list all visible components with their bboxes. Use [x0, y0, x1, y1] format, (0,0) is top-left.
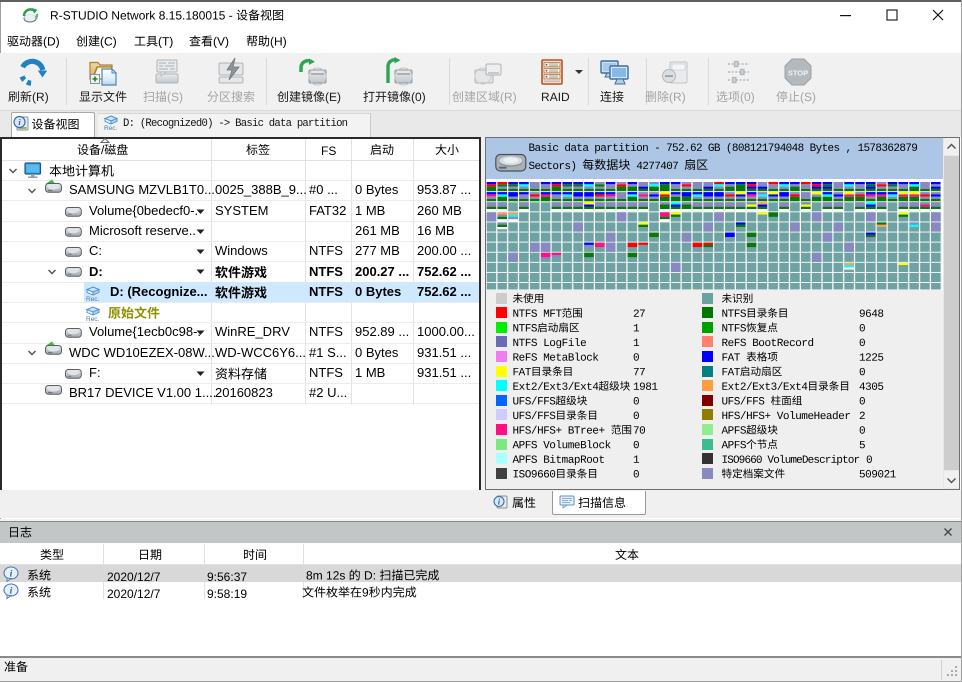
svg-text:Rec.: Rec.	[86, 316, 100, 323]
svg-text:Rec.: Rec.	[104, 125, 118, 132]
svg-text:STOP: STOP	[788, 69, 808, 78]
svg-text:Rec.: Rec.	[86, 296, 100, 303]
